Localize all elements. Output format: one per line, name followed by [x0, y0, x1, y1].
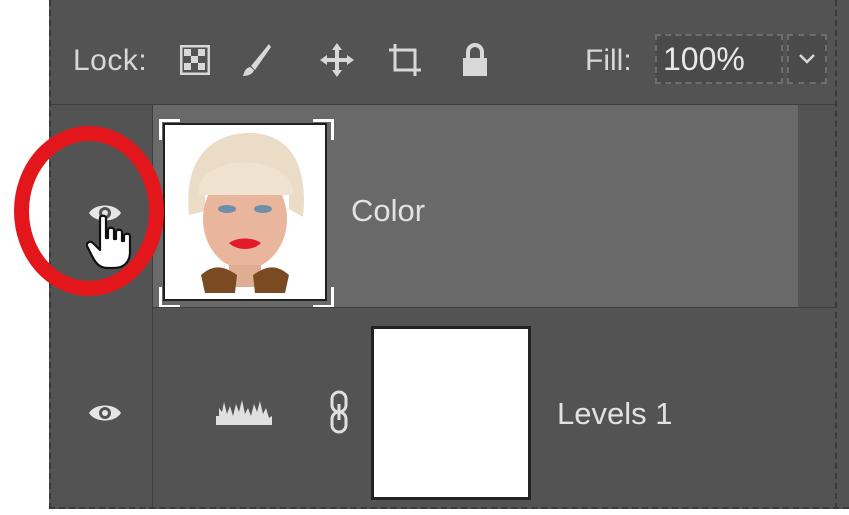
highlight-circle [14, 126, 164, 296]
fill-label: Fill: [585, 44, 632, 77]
layer-mask-thumbnail[interactable] [371, 326, 531, 500]
visibility-toggle-levels[interactable] [51, 307, 153, 507]
layer-row-levels[interactable]: Levels 1 [51, 307, 835, 508]
layers-panel: Lock: Fill: 100% Color Levels 1 [0, 0, 849, 515]
hand-cursor-icon [86, 214, 132, 270]
fill-dropdown-button[interactable] [787, 34, 827, 84]
layer-body-levels[interactable]: Levels 1 [153, 307, 835, 508]
layer-row-color[interactable]: Color [51, 105, 835, 308]
eye-icon[interactable] [87, 401, 123, 425]
selection-corner [313, 287, 334, 308]
link-chain-icon[interactable] [329, 390, 351, 434]
lock-artboard-icon[interactable] [387, 40, 423, 80]
layer-name[interactable]: Color [351, 193, 425, 229]
selection-corner [313, 119, 334, 140]
layer-row-gap [798, 105, 835, 307]
lock-transparent-pixels-icon[interactable] [177, 40, 213, 80]
lock-all-icon[interactable] [457, 40, 493, 80]
selection-corner [159, 287, 180, 308]
chevron-down-icon [799, 54, 815, 64]
portrait-photo-thumbnail [163, 123, 327, 301]
levels-adjustment-icon [216, 400, 272, 425]
layer-name[interactable]: Levels 1 [557, 396, 672, 432]
selection-corner [159, 119, 180, 140]
layer-body-color[interactable]: Color [153, 105, 798, 308]
panel-frame-right [835, 0, 849, 509]
lock-bar: Lock: Fill: 100% [51, 6, 835, 105]
panel-frame-bottom [49, 507, 849, 509]
lock-position-icon[interactable] [319, 40, 355, 80]
lock-image-pixels-icon[interactable] [239, 40, 275, 80]
lock-label: Lock: [73, 44, 148, 77]
fill-opacity-input[interactable]: 100% [655, 34, 783, 84]
